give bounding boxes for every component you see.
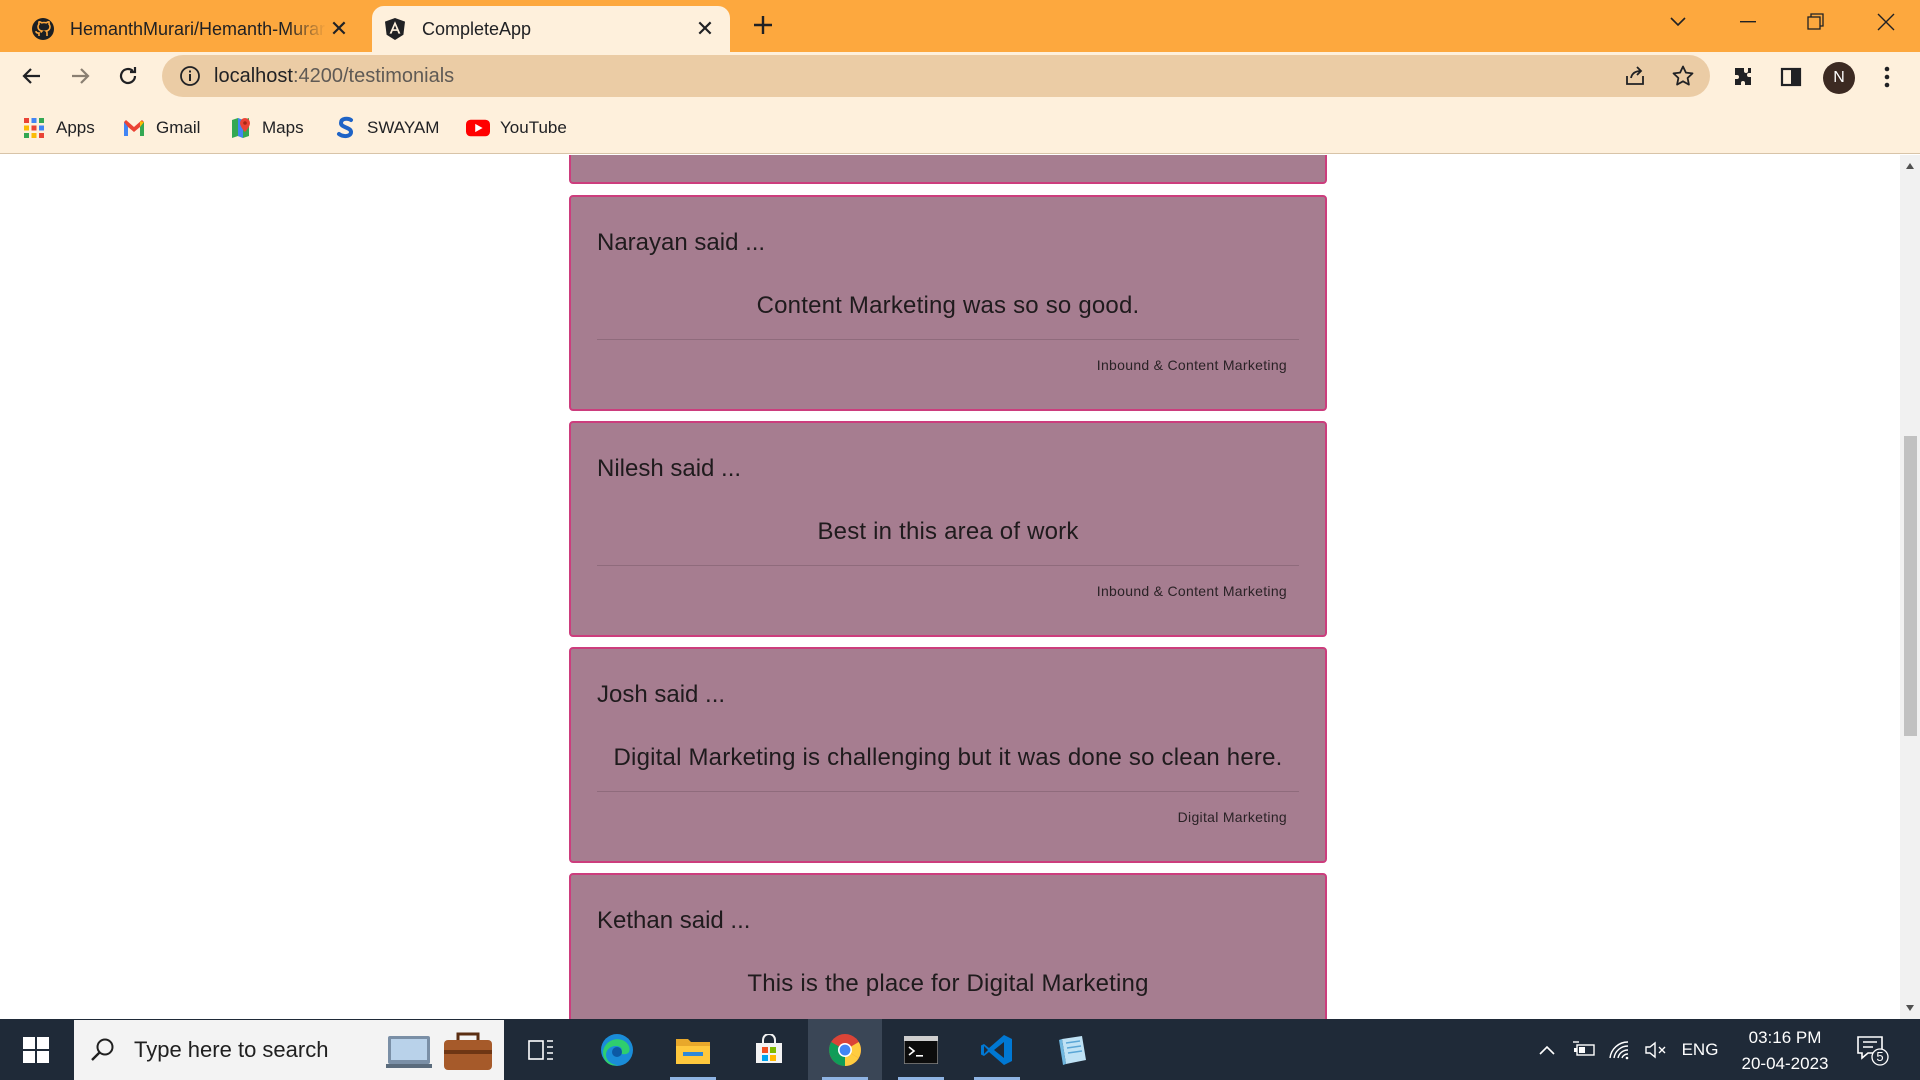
- restore-icon[interactable]: [1786, 0, 1846, 44]
- notification-count: 5: [1876, 1049, 1884, 1064]
- edge-icon[interactable]: [580, 1019, 654, 1080]
- swayam-icon: [333, 116, 357, 140]
- search-highlight-image: [386, 1028, 496, 1072]
- forward-icon[interactable]: [60, 56, 100, 96]
- bookmark-maps[interactable]: Maps: [228, 114, 304, 142]
- url-path: :4200/testimonials: [292, 64, 455, 87]
- terminal-icon[interactable]: [884, 1019, 958, 1080]
- tab-search-icon[interactable]: [1648, 0, 1708, 44]
- volume-muted-icon[interactable]: [1640, 1019, 1672, 1080]
- browser-toolbar: localhost:4200/testimonials N: [0, 52, 1920, 102]
- search-placeholder: Type here to search: [134, 1037, 329, 1062]
- url-host: localhost: [214, 64, 293, 87]
- testimonial-card: Narayan said ... Content Marketing was s…: [569, 195, 1327, 411]
- divider: [597, 791, 1299, 792]
- testimonial-author: Narayan said ...: [597, 229, 766, 256]
- bookmark-label: Apps: [56, 118, 95, 137]
- clock-time: 03:16 PM: [1748, 1028, 1822, 1047]
- tab-completeapp[interactable]: CompleteApp ✕: [372, 6, 730, 52]
- testimonial-category: Inbound & Content Marketing: [1096, 583, 1287, 599]
- bookmark-label: SWAYAM: [367, 118, 440, 137]
- testimonial-card: Josh said ... Digital Marketing is chall…: [569, 647, 1327, 863]
- close-tab-icon[interactable]: ✕: [692, 16, 718, 42]
- bookmark-star-icon[interactable]: [1670, 63, 1696, 89]
- windows-start-icon[interactable]: [0, 1019, 72, 1080]
- vscode-icon[interactable]: [960, 1019, 1034, 1080]
- bookmark-label: YouTube: [500, 118, 567, 137]
- extensions-icon[interactable]: [1728, 62, 1758, 92]
- minimize-icon[interactable]: [1718, 0, 1778, 44]
- angular-icon: [382, 16, 408, 42]
- site-info-icon[interactable]: [178, 64, 202, 88]
- taskbar-search-box[interactable]: Type here to search: [74, 1020, 504, 1080]
- tab-github[interactable]: HemanthMurari/Hemanth-Murari ✕: [20, 6, 364, 52]
- scroll-down-icon[interactable]: [1905, 1003, 1915, 1013]
- testimonial-author: Kethan said ...: [597, 907, 751, 934]
- profile-avatar[interactable]: N: [1823, 62, 1855, 94]
- testimonial-card: Nilesh said ... Best in this area of wor…: [569, 421, 1327, 637]
- testimonial-card: Kethan said ... This is the place for Di…: [569, 873, 1327, 1019]
- bookmark-gmail[interactable]: Gmail: [122, 114, 200, 142]
- microsoft-store-icon[interactable]: [732, 1019, 806, 1080]
- menu-kebab-icon[interactable]: [1872, 62, 1902, 92]
- chrome-icon[interactable]: [808, 1019, 882, 1080]
- close-window-icon[interactable]: [1856, 0, 1916, 44]
- show-hidden-icons-icon[interactable]: [1532, 1019, 1562, 1080]
- windows-taskbar: Type here to search ENG 03:16 PM 20-04-2…: [0, 1019, 1920, 1080]
- back-icon[interactable]: [12, 56, 52, 96]
- wifi-icon[interactable]: [1604, 1019, 1636, 1080]
- share-icon[interactable]: [1622, 63, 1648, 89]
- url-text: localhost:4200/testimonials: [214, 65, 454, 88]
- notepad-icon[interactable]: [1036, 1019, 1110, 1080]
- apps-grid-icon: [22, 116, 46, 140]
- testimonial-card-partial: [569, 155, 1327, 184]
- task-view-icon[interactable]: [504, 1019, 578, 1080]
- testimonial-quote: This is the place for Digital Marketing: [747, 970, 1149, 997]
- testimonial-category: Digital Marketing: [1177, 809, 1287, 825]
- search-icon: [90, 1037, 116, 1063]
- youtube-icon: [466, 116, 490, 140]
- page-viewport: Narayan said ... Content Marketing was s…: [0, 155, 1900, 1019]
- file-explorer-icon[interactable]: [656, 1019, 730, 1080]
- clock-date: 20-04-2023: [1741, 1054, 1829, 1073]
- gmail-icon: [122, 116, 146, 140]
- divider: [597, 339, 1299, 340]
- reload-icon[interactable]: [108, 56, 148, 96]
- tab-title: CompleteApp: [422, 18, 532, 39]
- tab-title: HemanthMurari/Hemanth-Murari: [70, 18, 326, 39]
- language-indicator[interactable]: ENG: [1678, 1019, 1722, 1080]
- maps-icon: [228, 116, 252, 140]
- bookmark-apps[interactable]: Apps: [22, 114, 95, 142]
- system-clock[interactable]: 03:16 PM 20-04-2023: [1735, 1025, 1835, 1077]
- battery-icon[interactable]: [1568, 1019, 1600, 1080]
- close-tab-icon[interactable]: ✕: [326, 16, 352, 42]
- bookmark-label: Gmail: [156, 118, 201, 137]
- scroll-up-icon[interactable]: [1905, 161, 1915, 171]
- bookmark-swayam[interactable]: SWAYAM: [333, 114, 439, 142]
- bookmark-youtube[interactable]: YouTube: [466, 114, 567, 142]
- testimonial-quote: Content Marketing was so so good.: [756, 292, 1140, 319]
- address-bar[interactable]: localhost:4200/testimonials: [162, 55, 1710, 97]
- scrollbar-thumb[interactable]: [1904, 436, 1917, 736]
- side-panel-icon[interactable]: [1776, 62, 1806, 92]
- testimonial-author: Josh said ...: [597, 681, 726, 708]
- page-scrollbar[interactable]: [1900, 155, 1920, 1019]
- github-icon: [30, 16, 56, 42]
- notification-center-icon[interactable]: 5: [1854, 1033, 1890, 1067]
- new-tab-icon[interactable]: [748, 10, 778, 40]
- testimonial-quote: Digital Marketing is challenging but it …: [613, 744, 1283, 771]
- testimonial-author: Nilesh said ...: [597, 455, 742, 482]
- divider: [597, 565, 1299, 566]
- testimonial-category: Inbound & Content Marketing: [1096, 357, 1287, 373]
- tab-strip: HemanthMurari/Hemanth-Murari ✕ CompleteA…: [0, 0, 1920, 52]
- testimonial-quote: Best in this area of work: [817, 518, 1079, 545]
- bookmarks-bar: Apps Gmail Maps SWAYAM YouTube: [0, 102, 1920, 154]
- bookmark-label: Maps: [262, 118, 304, 137]
